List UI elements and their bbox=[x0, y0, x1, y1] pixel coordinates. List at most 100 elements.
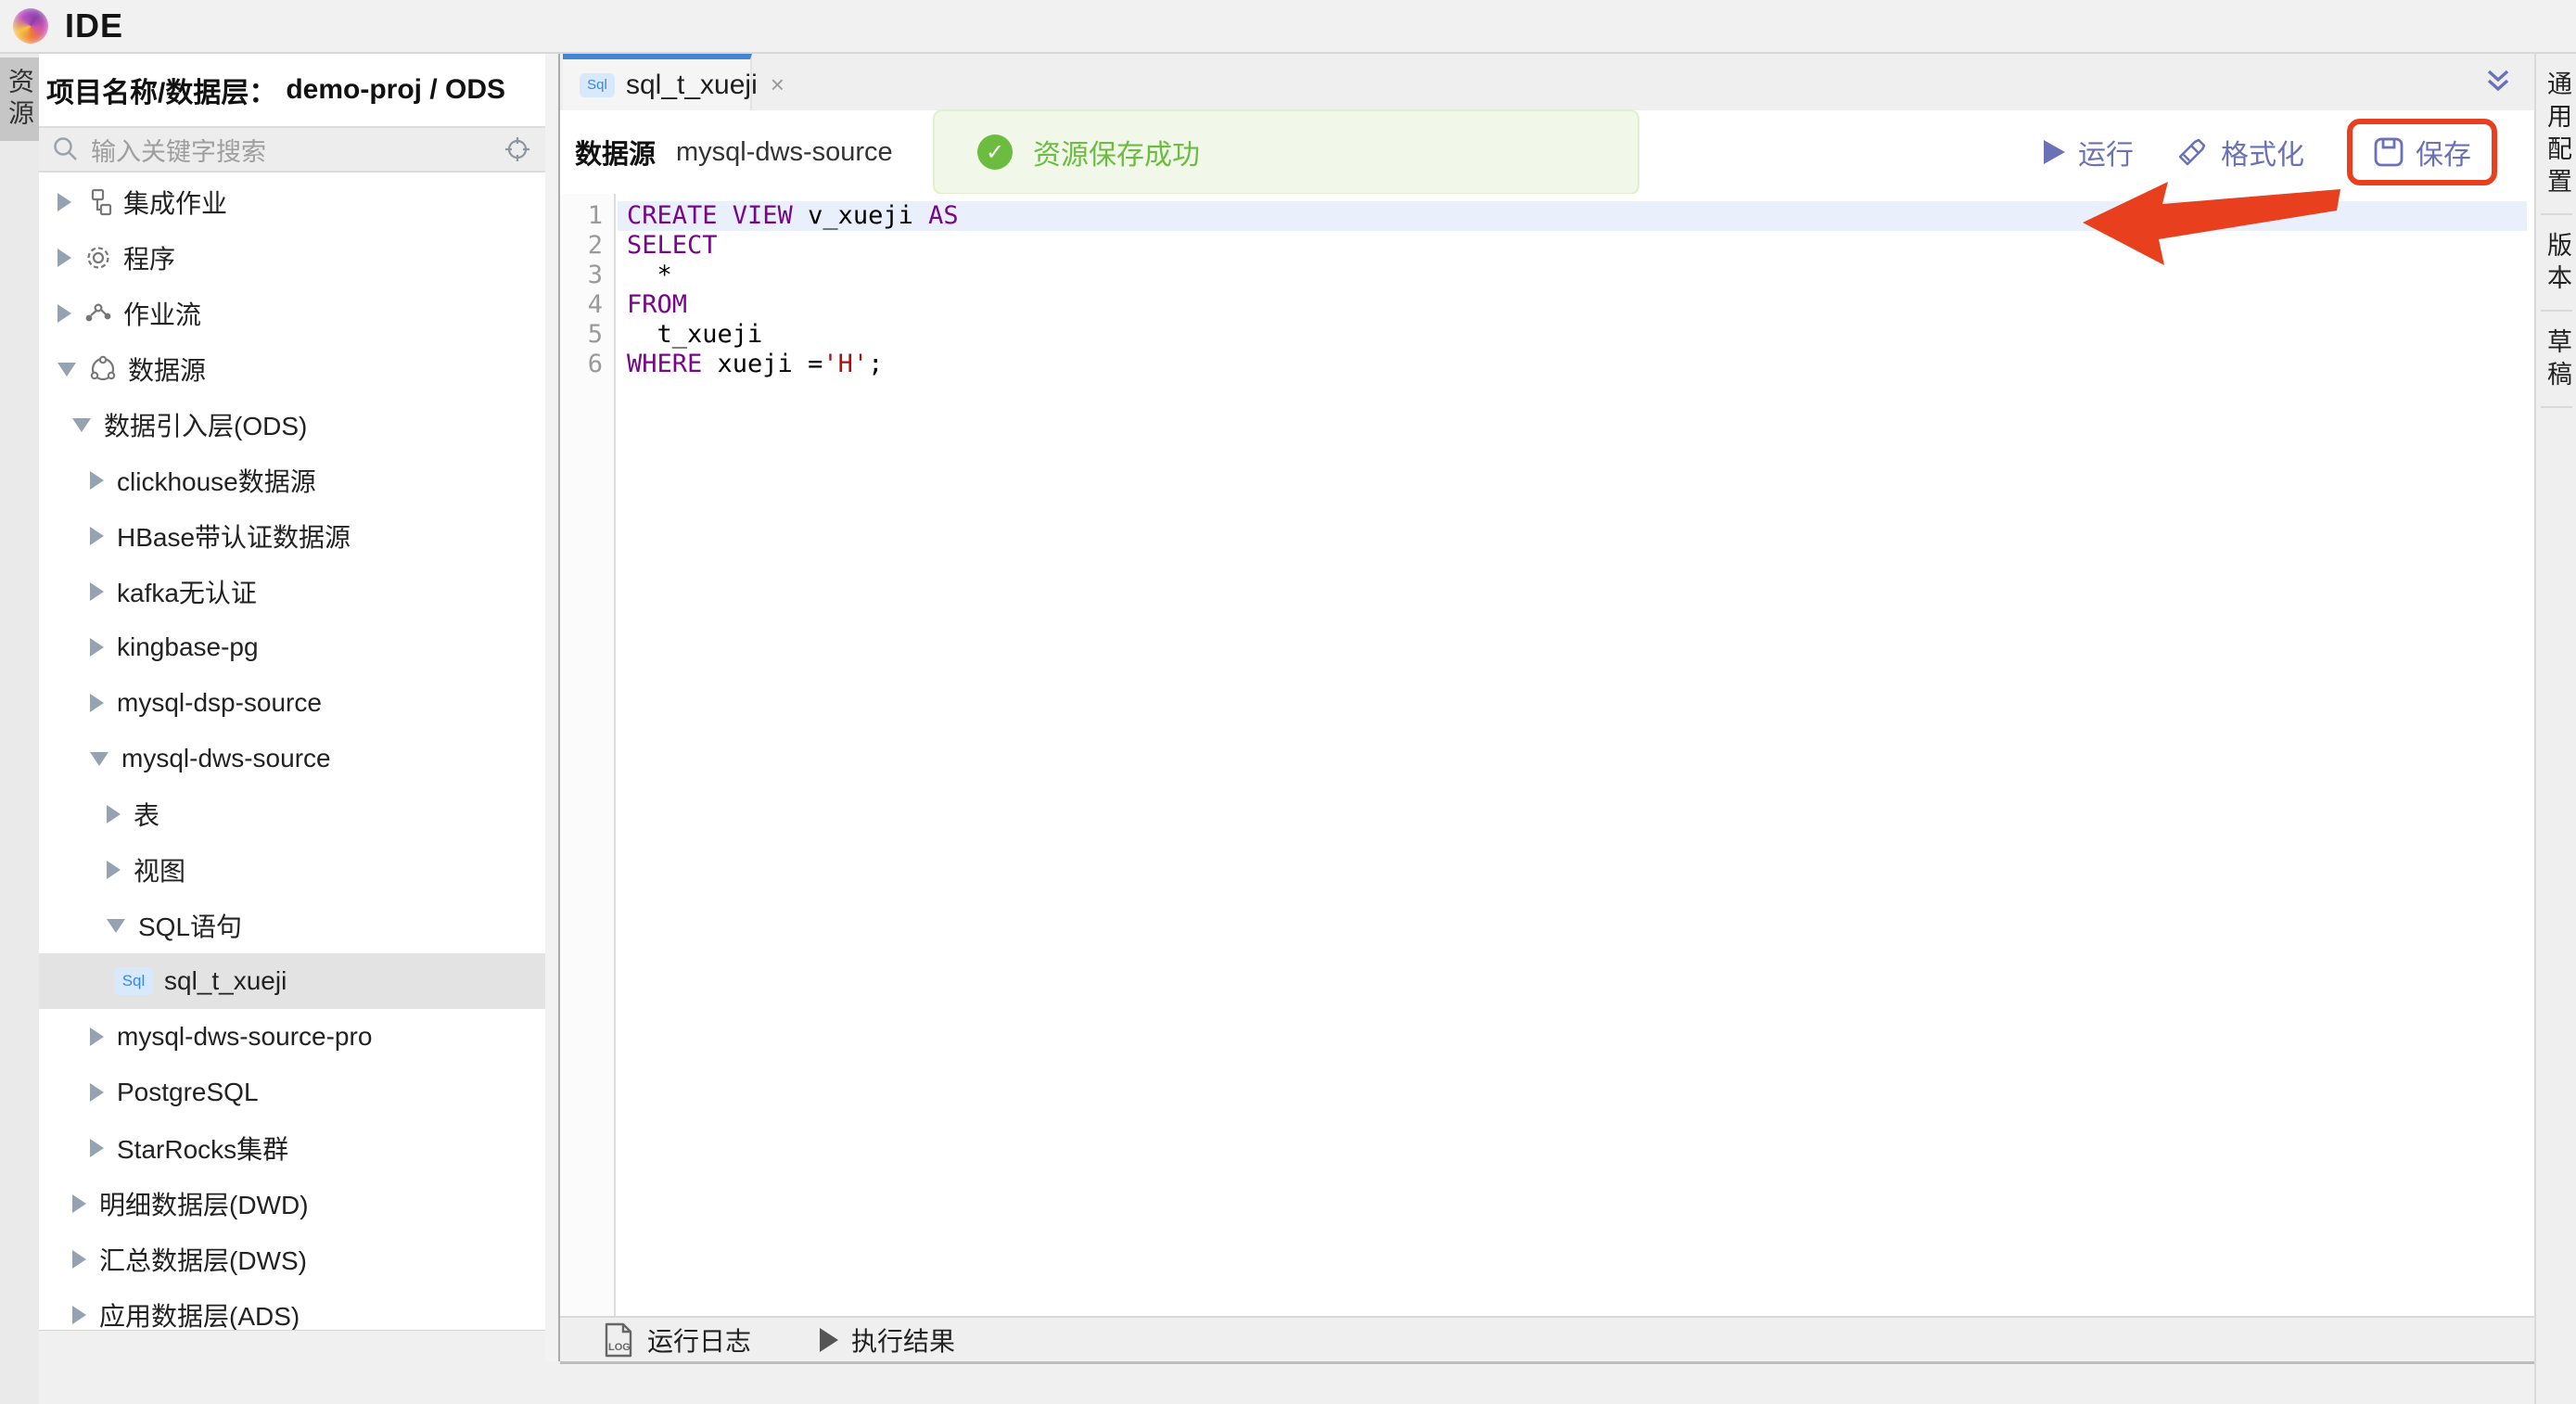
tree-item-mysql-dws-source-pro[interactable]: mysql-dws-source-pro bbox=[39, 1009, 545, 1065]
project-layer-value: demo-proj / ODS bbox=[286, 74, 505, 106]
code-line-content: SELECT bbox=[618, 231, 2534, 261]
datasource-field: 数据源 mysql-dws-source bbox=[575, 110, 893, 194]
panel-resizer[interactable] bbox=[545, 54, 560, 1361]
resource-tree: 集成作业程序作业流数据源数据引入层(ODS) clickhouse数据源 HBase… bbox=[39, 174, 545, 1330]
tree-item-数据引入层(ODS)[interactable]: 数据引入层(ODS) bbox=[39, 397, 545, 453]
tree-item-明细数据层(DWD)[interactable]: 明细数据层(DWD) bbox=[39, 1176, 545, 1232]
caret-right-icon[interactable] bbox=[57, 304, 71, 323]
code-line-6[interactable]: 6WHERE xueji ='H'; bbox=[560, 350, 2534, 379]
right-rail-tab-版本[interactable]: 版本 bbox=[2536, 232, 2576, 297]
locate-icon[interactable] bbox=[504, 136, 530, 162]
tree-item-sql_t_xueji[interactable]: Sql sql_t_xueji bbox=[39, 953, 545, 1009]
run-button[interactable]: 运行 bbox=[2041, 132, 2134, 172]
collapse-double-chevron-icon[interactable] bbox=[2482, 67, 2514, 98]
line-number: 4 bbox=[560, 290, 616, 320]
tree-item-label: 汇总数据层(DWS) bbox=[99, 1241, 307, 1278]
tree-item-HBase带认证数据源[interactable]: HBase带认证数据源 bbox=[39, 508, 545, 564]
code-line-4[interactable]: 4FROM bbox=[560, 290, 2534, 320]
tree-item-汇总数据层(DWS)[interactable]: 汇总数据层(DWS) bbox=[39, 1232, 545, 1287]
tree-item-视图[interactable]: 视图 bbox=[39, 842, 545, 898]
run-log-tab[interactable]: LOG 运行日志 bbox=[603, 1321, 751, 1359]
right-rail-tab-草稿[interactable]: 草稿 bbox=[2536, 328, 2576, 393]
tree-item-mysql-dsp-source[interactable]: mysql-dsp-source bbox=[39, 675, 545, 731]
format-button-label: 格式化 bbox=[2221, 132, 2304, 172]
caret-right-icon[interactable] bbox=[72, 1194, 86, 1213]
tree-item-SQL语句[interactable]: SQL语句 bbox=[39, 898, 545, 953]
caret-right-icon[interactable] bbox=[107, 805, 121, 823]
format-brush-icon bbox=[2176, 136, 2210, 168]
code-line-5[interactable]: 5 t_xueji bbox=[560, 320, 2534, 350]
sql-code-editor[interactable]: 1CREATE VIEW v_xueji AS2SELECT3 *4FROM5 … bbox=[560, 194, 2534, 1316]
annotation-highlight-box: 保存 bbox=[2347, 119, 2497, 185]
rail-tab-resources[interactable]: 资源 bbox=[0, 57, 39, 141]
search-input[interactable]: 输入关键字搜索 bbox=[91, 132, 545, 168]
right-rail: 通用配置版本草稿 bbox=[2534, 54, 2576, 1404]
tree-item-clickhouse数据源[interactable]: clickhouse数据源 bbox=[39, 453, 545, 508]
ide-screen: IDE 资源 项目名称/数据层： demo-proj / ODS 输入关键字搜索 bbox=[0, 0, 2576, 1404]
right-rail-tab-通用配置[interactable]: 通用配置 bbox=[2536, 70, 2576, 200]
caret-down-icon[interactable] bbox=[72, 418, 91, 432]
right-rail-divider bbox=[2541, 406, 2572, 408]
caret-right-icon[interactable] bbox=[57, 249, 71, 267]
caret-right-icon[interactable] bbox=[107, 861, 121, 879]
caret-down-icon[interactable] bbox=[57, 363, 76, 377]
sql-file-badge-icon: Sql bbox=[580, 73, 615, 97]
tree-item-label: 程序 bbox=[123, 239, 175, 276]
caret-down-icon[interactable] bbox=[90, 752, 108, 766]
app-title: IDE bbox=[65, 6, 123, 45]
right-rail-divider bbox=[2541, 310, 2572, 312]
caret-right-icon[interactable] bbox=[90, 471, 104, 490]
caret-right-icon[interactable] bbox=[90, 638, 104, 657]
tree-item-label: 集成作业 bbox=[123, 184, 227, 221]
save-icon bbox=[2373, 136, 2404, 168]
tree-item-label: 作业流 bbox=[123, 295, 201, 332]
success-check-icon: ✓ bbox=[977, 134, 1013, 170]
exec-result-tab[interactable]: 执行结果 bbox=[820, 1321, 955, 1359]
tree-item-作业流[interactable]: 作业流 bbox=[39, 286, 545, 341]
tab-close-icon[interactable]: × bbox=[771, 70, 784, 99]
tree-item-label: clickhouse数据源 bbox=[117, 462, 316, 499]
tree-item-PostgreSQL[interactable]: PostgreSQL bbox=[39, 1065, 545, 1120]
caret-down-icon[interactable] bbox=[107, 919, 125, 933]
tree-item-label: kafka无认证 bbox=[117, 573, 257, 610]
caret-right-icon[interactable] bbox=[90, 1027, 104, 1046]
caret-right-icon[interactable] bbox=[57, 193, 71, 211]
toast-message: 资源保存成功 bbox=[1033, 132, 1200, 172]
sql-badge-icon: Sql bbox=[114, 967, 153, 995]
caret-right-icon[interactable] bbox=[72, 1306, 86, 1324]
caret-right-icon[interactable] bbox=[90, 527, 104, 545]
tree-item-数据源[interactable]: 数据源 bbox=[39, 341, 545, 397]
bottom-bar: LOG 运行日志 执行结果 bbox=[560, 1316, 2534, 1364]
editor-panel: Sql sql_t_xueji × 数据源 mysql-dws-source ✓… bbox=[560, 54, 2534, 1361]
tree-item-程序[interactable]: 程序 bbox=[39, 230, 545, 286]
tree-item-kafka无认证[interactable]: kafka无认证 bbox=[39, 564, 545, 619]
tree-item-label: sql_t_xueji bbox=[164, 966, 287, 996]
svg-text:LOG: LOG bbox=[608, 1342, 631, 1353]
tree-item-kingbase-pg[interactable]: kingbase-pg bbox=[39, 619, 545, 675]
caret-right-icon[interactable] bbox=[72, 1250, 86, 1269]
search-icon bbox=[52, 135, 80, 163]
format-button[interactable]: 格式化 bbox=[2176, 132, 2304, 172]
tree-item-集成作业[interactable]: 集成作业 bbox=[39, 174, 545, 230]
code-line-1[interactable]: 1CREATE VIEW v_xueji AS bbox=[560, 201, 2534, 231]
caret-right-icon[interactable] bbox=[90, 582, 104, 601]
search-bar[interactable]: 输入关键字搜索 bbox=[39, 126, 545, 172]
code-line-2[interactable]: 2SELECT bbox=[560, 231, 2534, 261]
datasource-value[interactable]: mysql-dws-source bbox=[676, 137, 893, 168]
tree-item-mysql-dws-source[interactable]: mysql-dws-source bbox=[39, 731, 545, 786]
tree-item-StarRocks集群[interactable]: StarRocks集群 bbox=[39, 1120, 545, 1176]
log-file-icon: LOG bbox=[603, 1322, 634, 1358]
tab-label: sql_t_xueji bbox=[626, 70, 758, 101]
code-line-content: CREATE VIEW v_xueji AS bbox=[618, 201, 2527, 231]
editor-toolbar: 数据源 mysql-dws-source ✓ 资源保存成功 运行 bbox=[560, 110, 2534, 196]
tree-item-label: 数据引入层(ODS) bbox=[104, 406, 307, 443]
save-button[interactable]: 保存 bbox=[2373, 132, 2471, 172]
run-log-label: 运行日志 bbox=[647, 1321, 751, 1359]
caret-right-icon[interactable] bbox=[90, 1083, 104, 1102]
caret-right-icon[interactable] bbox=[90, 694, 104, 712]
code-line-3[interactable]: 3 * bbox=[560, 261, 2534, 290]
tree-item-应用数据层(ADS)[interactable]: 应用数据层(ADS) bbox=[39, 1287, 545, 1330]
caret-right-icon[interactable] bbox=[90, 1139, 104, 1157]
tree-item-表[interactable]: 表 bbox=[39, 786, 545, 842]
tab-sql-t-xueji[interactable]: Sql sql_t_xueji × bbox=[563, 54, 752, 110]
